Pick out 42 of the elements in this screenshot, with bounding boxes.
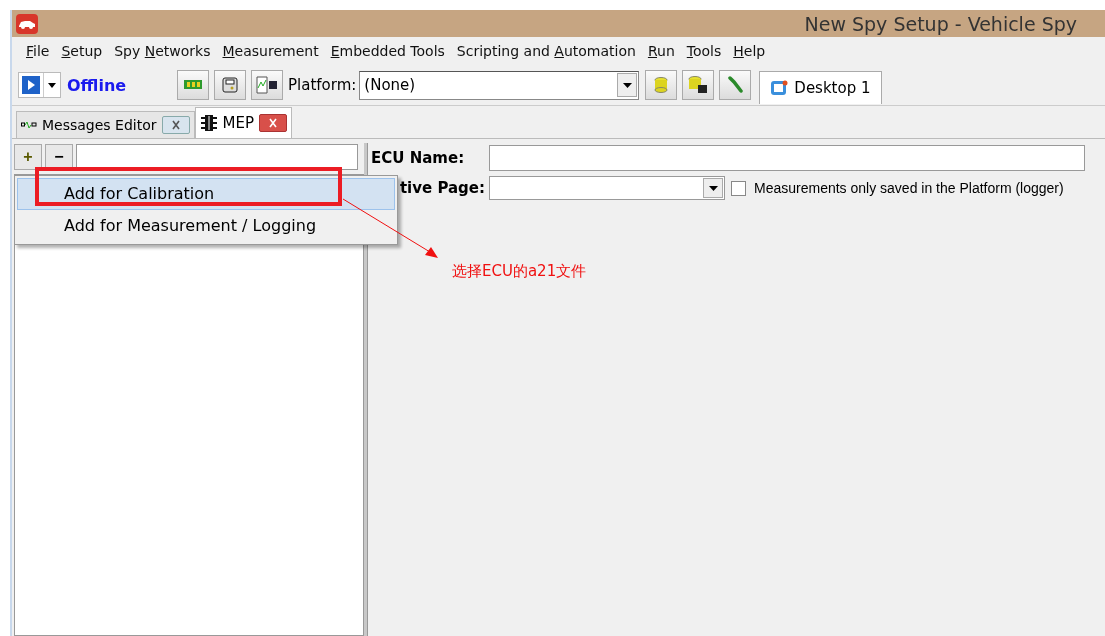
caret-icon	[708, 185, 718, 191]
checkbox[interactable]	[731, 180, 746, 196]
annotation-text: 选择ECU的a21文件	[452, 262, 587, 281]
car-icon	[16, 13, 38, 34]
document-tab[interactable]: Messages Editor	[16, 111, 195, 138]
chart-save-icon[interactable]	[251, 70, 283, 100]
status-label: Offline	[67, 75, 128, 95]
database-save-icon[interactable]	[682, 70, 715, 100]
dropdown-arrow-button[interactable]	[703, 178, 723, 198]
ecu-name-field[interactable]	[489, 145, 1085, 171]
platform-label: Platform:	[288, 76, 357, 94]
menu-item[interactable]: Help	[727, 43, 772, 59]
signal-icon	[21, 121, 37, 129]
menu-item[interactable]: Tools	[680, 43, 728, 59]
play-button[interactable]	[19, 73, 43, 97]
close-icon[interactable]	[161, 116, 190, 134]
desktop-tab[interactable]: Desktop 1	[759, 70, 882, 104]
field-label: ECU Name:	[371, 149, 466, 167]
close-icon[interactable]	[259, 114, 287, 132]
desktop-icon	[770, 78, 789, 97]
dropdown-arrow-button[interactable]	[617, 73, 638, 97]
field-label: tive Page:	[398, 179, 486, 197]
board-icon[interactable]	[177, 70, 209, 100]
menu-item[interactable]: File	[20, 43, 56, 59]
caret-icon	[48, 82, 56, 88]
save-icon[interactable]	[214, 70, 246, 100]
menu-item[interactable]: Setup	[55, 43, 109, 59]
chip-icon	[199, 114, 218, 132]
menu-item[interactable]: Spy Networks	[108, 43, 217, 59]
menu-item[interactable]: Embedded Tools	[324, 43, 451, 59]
menu-item[interactable]: Add for Measurement / Logging	[17, 210, 395, 242]
platform-dropdown[interactable]: (None)	[359, 70, 640, 100]
add-button[interactable]: +	[14, 144, 42, 170]
menu-item[interactable]: Measurement	[216, 43, 325, 59]
menu-item[interactable]: Run	[641, 43, 681, 59]
menu-item[interactable]: Scripting and Automation	[450, 43, 642, 59]
caret-icon	[622, 82, 632, 88]
window-title: New Spy Setup - Vehicle Spy	[804, 12, 1077, 35]
remove-button[interactable]: −	[45, 144, 73, 170]
checkbox-label: Measurements only saved in the Platform (logger)	[754, 180, 1064, 196]
document-tab[interactable]: MEP	[194, 107, 292, 138]
input-field[interactable]	[76, 144, 358, 170]
